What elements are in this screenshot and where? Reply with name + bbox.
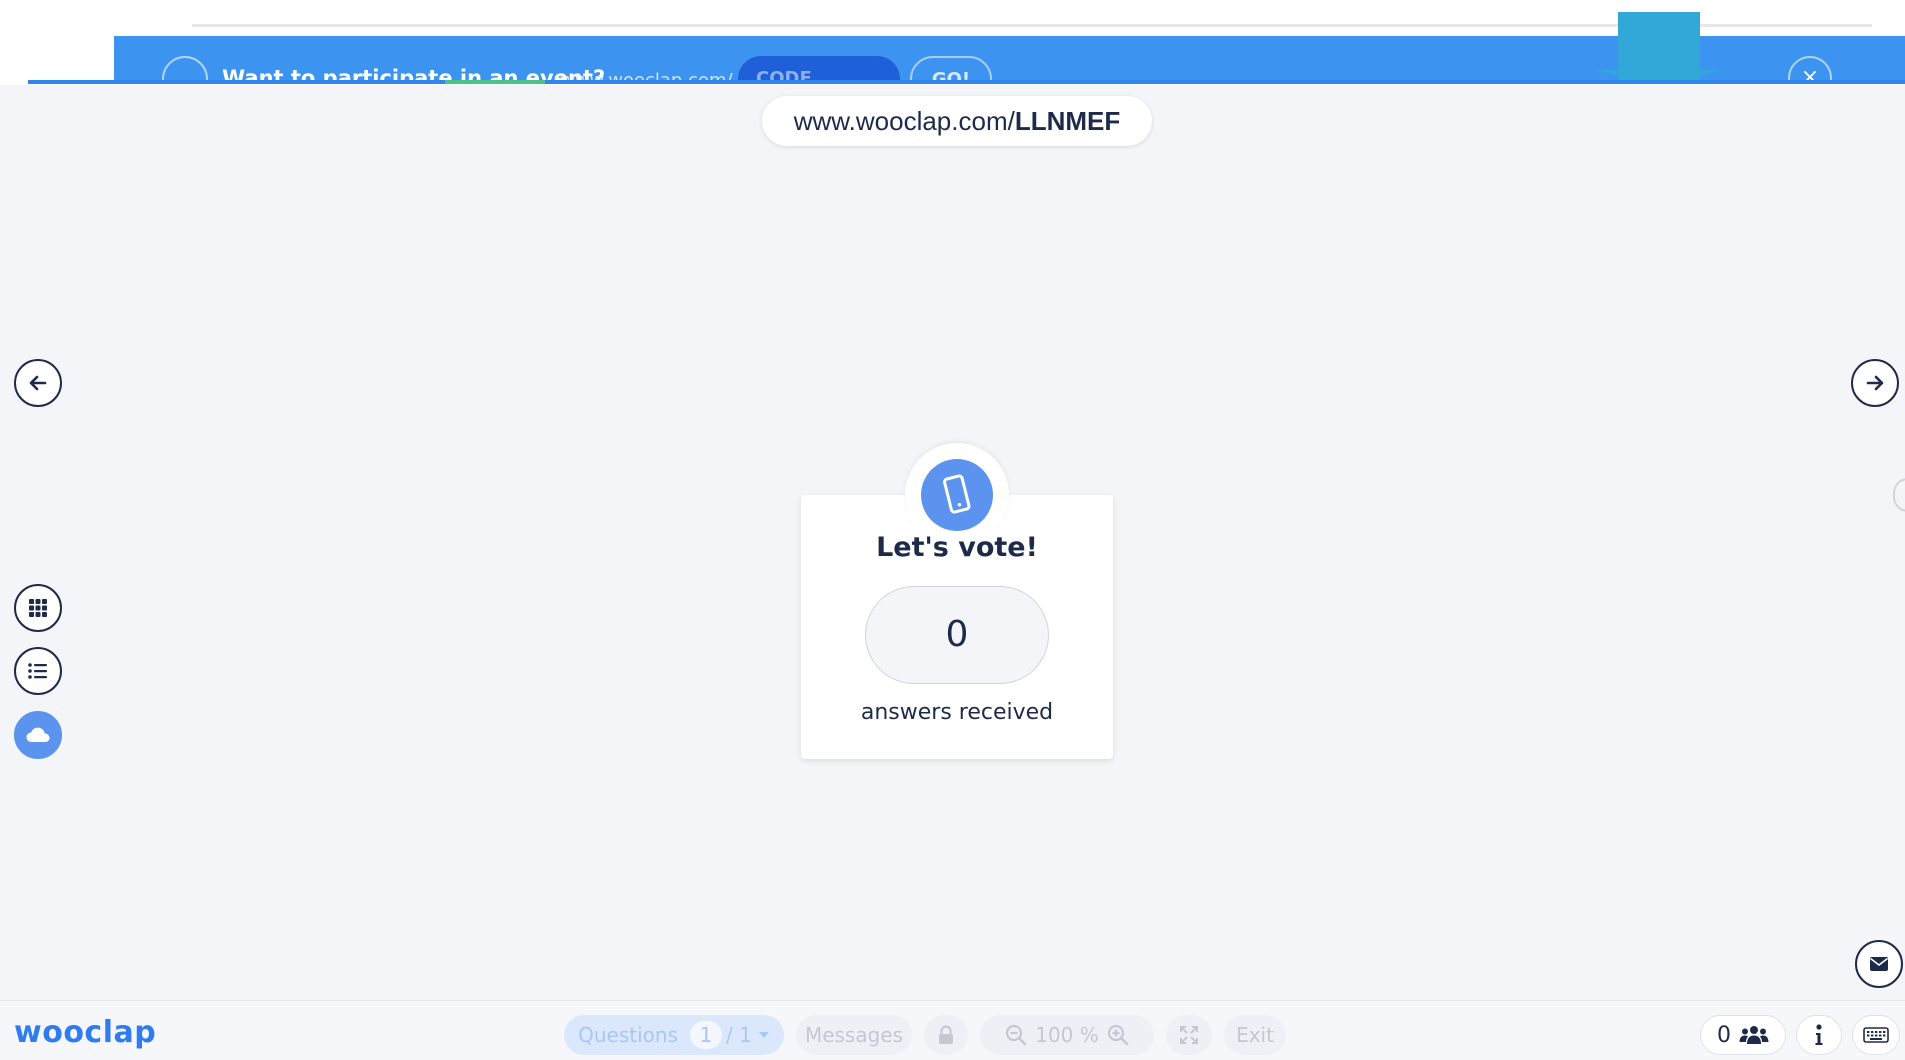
zoom-controls: 100 % — [980, 1015, 1154, 1055]
banner-code-input[interactable]: CODE — [738, 56, 900, 81]
wooclap-logo: wooclap — [14, 1015, 157, 1050]
exit-button[interactable]: Exit — [1224, 1015, 1286, 1055]
event-url: www.wooclap.com/LLNMEF — [762, 96, 1152, 146]
users-icon — [1739, 1026, 1769, 1044]
answers-count: 0 — [865, 586, 1049, 684]
question-total: / 1 — [726, 1023, 752, 1047]
keyboard-shortcuts-button[interactable] — [1852, 1015, 1900, 1055]
zoom-level: 100 % — [1035, 1023, 1099, 1047]
question-current: 1 — [690, 1021, 723, 1049]
messages-button[interactable] — [1855, 940, 1903, 988]
lock-button[interactable] — [924, 1015, 968, 1055]
caret-down-icon — [758, 1032, 769, 1038]
answers-label: answers received — [860, 700, 1054, 725]
arrow-left-icon — [29, 375, 47, 391]
grid-view-button[interactable] — [14, 584, 62, 632]
questions-selector[interactable]: Questions 1 / 1 — [564, 1015, 784, 1055]
banner-screen-icon — [162, 56, 208, 81]
grid-icon — [29, 599, 47, 617]
list-icon — [28, 663, 47, 679]
messages-tab[interactable]: Messages — [796, 1015, 912, 1055]
banner-close-icon[interactable]: × — [1788, 56, 1832, 81]
participants-counter[interactable]: 0 — [1700, 1015, 1786, 1055]
questions-label: Questions — [578, 1023, 679, 1047]
previous-slide-button[interactable] — [14, 359, 62, 407]
event-url-prefix: www.wooclap.com/ — [793, 106, 1015, 136]
envelope-icon — [1870, 957, 1888, 971]
card-title: Let's vote! — [876, 532, 1038, 563]
side-panel-handle[interactable] — [1893, 478, 1905, 512]
zoom-in-icon[interactable] — [1107, 1024, 1129, 1046]
zoom-out-icon[interactable] — [1005, 1024, 1027, 1046]
cloud-view-button[interactable] — [14, 711, 62, 759]
lock-icon — [939, 1025, 953, 1044]
next-slide-button[interactable] — [1851, 359, 1899, 407]
cloud-icon — [26, 727, 50, 742]
banner-accent-line — [445, 80, 545, 84]
banner-text: Want to participate in an event? — [222, 66, 606, 81]
smartphone-icon — [943, 474, 971, 514]
expand-icon — [1180, 1026, 1198, 1044]
list-view-button[interactable] — [14, 647, 62, 695]
keyboard-icon — [1863, 1027, 1889, 1043]
banner-go-button[interactable]: GO! — [910, 56, 992, 81]
participants-count: 0 — [1717, 1022, 1731, 1048]
info-button[interactable] — [1796, 1015, 1842, 1055]
arrow-right-icon — [1866, 375, 1884, 391]
banner-bottom-line — [28, 80, 1905, 84]
info-icon — [1815, 1024, 1823, 1045]
fullscreen-button[interactable] — [1166, 1015, 1212, 1055]
event-code: LLNMEF — [1014, 106, 1121, 136]
